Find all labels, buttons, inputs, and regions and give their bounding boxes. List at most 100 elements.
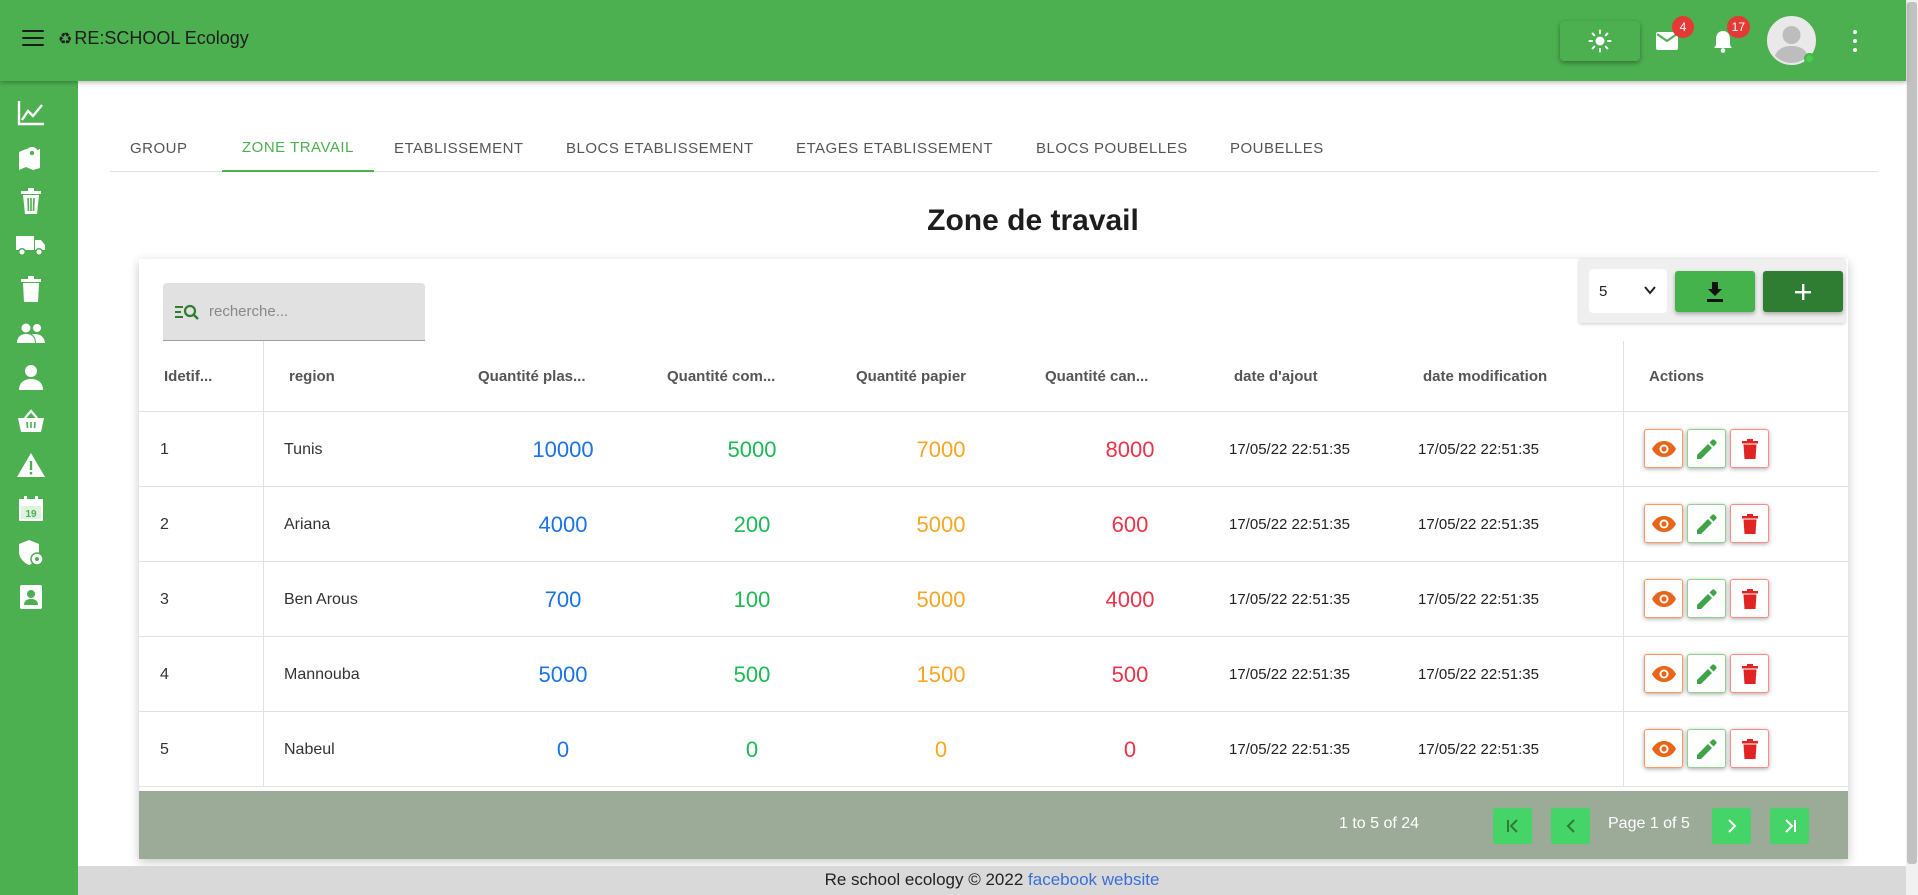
edit-button[interactable] [1687, 429, 1726, 468]
trash-icon [1741, 588, 1758, 609]
table-row[interactable]: 2 Ariana 4000 200 5000 600 17/05/22 22:5… [139, 487, 1848, 562]
search-field[interactable] [163, 283, 425, 341]
person-icon[interactable] [16, 362, 46, 392]
cell-canette: 500 [1111, 661, 1149, 687]
col-header-date-modification[interactable]: date modification [1423, 341, 1547, 412]
page-footer: Re school ecology © 2022 facebook websit… [78, 866, 1906, 895]
table-row[interactable]: 5 Nabeul 0 0 0 0 17/05/22 22:51:35 17/05… [139, 712, 1848, 787]
app-brand[interactable]: ♻ RE:SCHOOL Ecology [58, 28, 249, 49]
theme-toggle-button[interactable] [1560, 21, 1640, 61]
menu-icon[interactable] [22, 30, 44, 48]
scrollbar-thumb[interactable] [1907, 2, 1917, 864]
tab-etages-etablissement[interactable]: ETAGES ETABLISSEMENT [776, 124, 1013, 172]
prev-page-button[interactable] [1551, 808, 1590, 844]
cell-region: Tunis [284, 440, 323, 458]
next-page-button[interactable] [1712, 808, 1751, 844]
truck-icon[interactable] [16, 230, 46, 260]
page-scrollbar[interactable] [1906, 0, 1918, 895]
eye-icon [1651, 590, 1676, 607]
delete-icon[interactable] [16, 274, 46, 304]
website-link[interactable]: website [1102, 870, 1160, 889]
pagination-bar: 1 to 5 of 24 Page 1 of 5 [139, 791, 1848, 859]
tab-group[interactable]: GROUP [110, 124, 208, 172]
table-row[interactable]: 3 Ben Arous 700 100 5000 4000 17/05/22 2… [139, 562, 1848, 637]
last-page-button[interactable] [1770, 808, 1809, 844]
trash-icon [1741, 513, 1758, 534]
edit-button[interactable] [1687, 579, 1726, 618]
top-app-bar: ♻ RE:SCHOOL Ecology 4 17 [0, 0, 1906, 81]
cell-canette: 4000 [1105, 586, 1155, 612]
cell-papier: 5000 [916, 586, 966, 612]
cell-region: Ben Arous [284, 590, 358, 608]
cell-plastique: 700 [544, 586, 582, 612]
col-header-region[interactable]: region [289, 341, 335, 412]
delete-button[interactable] [1730, 579, 1769, 618]
download-icon [1707, 281, 1723, 302]
cell-composte: 500 [733, 661, 771, 687]
cell-id: 5 [160, 740, 169, 758]
first-page-icon [1506, 819, 1518, 833]
delete-button[interactable] [1730, 729, 1769, 768]
view-button[interactable] [1644, 429, 1683, 468]
table-row[interactable]: 1 Tunis 10000 5000 7000 8000 17/05/22 22… [139, 412, 1848, 487]
chart-line-icon[interactable] [16, 98, 46, 128]
cell-region: Ariana [284, 515, 331, 533]
cell-id: 2 [160, 515, 169, 533]
delete-button[interactable] [1730, 654, 1769, 693]
edit-button[interactable] [1687, 654, 1726, 693]
trash-icon [1741, 738, 1758, 759]
cell-date-ajout: 17/05/22 22:51:35 [1229, 441, 1350, 458]
notifications-button[interactable]: 17 [1710, 16, 1750, 54]
view-button[interactable] [1644, 654, 1683, 693]
mail-button[interactable]: 4 [1654, 16, 1694, 54]
download-button[interactable] [1675, 271, 1755, 312]
delete-button[interactable] [1730, 504, 1769, 543]
trash-icon [1741, 438, 1758, 459]
edit-button[interactable] [1687, 729, 1726, 768]
contact-card-icon[interactable] [16, 582, 46, 612]
delete-button[interactable] [1730, 429, 1769, 468]
cell-date-modification: 17/05/22 22:51:35 [1418, 516, 1539, 533]
add-button[interactable] [1763, 271, 1843, 312]
search-input[interactable] [209, 303, 409, 320]
cell-plastique: 4000 [538, 511, 588, 537]
tab-poubelles[interactable]: POUBELLES [1210, 124, 1344, 172]
col-header-papier[interactable]: Quantité papier [856, 341, 966, 412]
tab-blocs-etablissement[interactable]: BLOCS ETABLISSEMENT [546, 124, 774, 172]
col-header-canette[interactable]: Quantité can... [1045, 341, 1148, 412]
view-button[interactable] [1644, 504, 1683, 543]
calendar-day-text: 19 [25, 509, 37, 520]
col-header-date-ajout[interactable]: date d'ajout [1234, 341, 1318, 412]
basket-icon[interactable] [16, 406, 46, 436]
edit-button[interactable] [1687, 504, 1726, 543]
table-row[interactable]: 4 Mannouba 5000 500 1500 500 17/05/22 22… [139, 637, 1848, 712]
view-button[interactable] [1644, 579, 1683, 618]
col-header-composte[interactable]: Quantité com... [667, 341, 775, 412]
cell-canette: 0 [1123, 736, 1137, 762]
pencil-icon [1696, 588, 1717, 609]
col-header-actions: Actions [1649, 368, 1705, 385]
cell-id: 4 [160, 665, 169, 683]
map-marker-icon[interactable] [16, 142, 46, 172]
admin-shield-icon[interactable] [16, 538, 46, 568]
cell-papier: 5000 [916, 511, 966, 537]
page-size-select[interactable]: 5 [1589, 269, 1667, 313]
chevron-left-icon [1566, 819, 1575, 833]
cell-region: Mannouba [284, 665, 360, 683]
calendar-icon[interactable]: 19 [16, 494, 46, 524]
col-header-id[interactable]: Idetif... [164, 341, 212, 412]
tab-zone-travail[interactable]: ZONE TRAVAIL [222, 124, 374, 172]
pagination-range: 1 to 5 of 24 [1339, 815, 1420, 832]
cell-date-modification: 17/05/22 22:51:35 [1418, 591, 1539, 608]
pencil-icon [1696, 663, 1717, 684]
tab-etablissement[interactable]: ETABLISSEMENT [374, 124, 544, 172]
tab-blocs-poubelles[interactable]: BLOCS POUBELLES [1016, 124, 1208, 172]
col-header-plastique[interactable]: Quantité plas... [478, 341, 586, 412]
trash-bin-icon[interactable] [16, 186, 46, 216]
first-page-button[interactable] [1493, 808, 1532, 844]
more-options-icon[interactable] [1850, 30, 1860, 52]
group-icon[interactable] [16, 318, 46, 348]
view-button[interactable] [1644, 729, 1683, 768]
warning-icon[interactable] [16, 450, 46, 480]
facebook-link[interactable]: facebook [1028, 870, 1097, 889]
